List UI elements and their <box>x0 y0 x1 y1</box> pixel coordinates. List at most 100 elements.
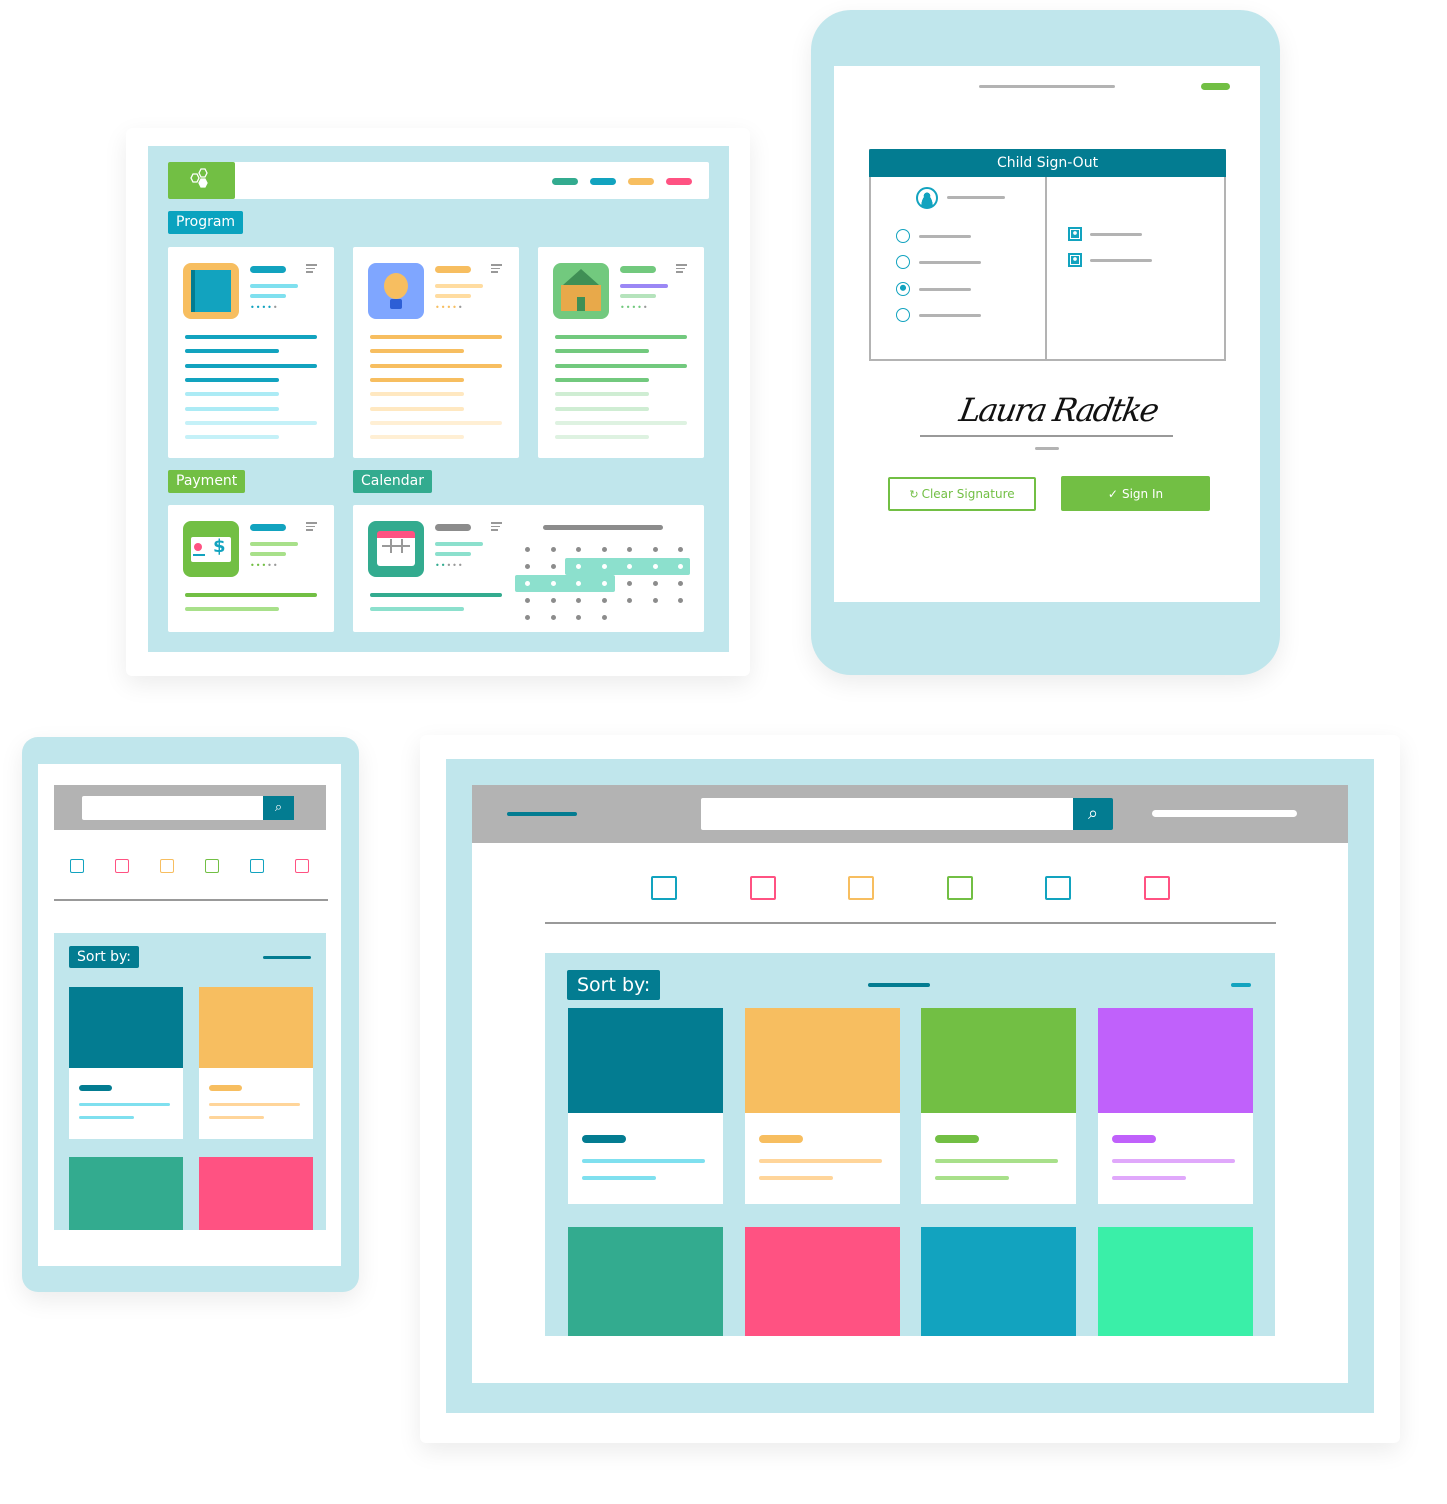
calendar-day[interactable] <box>678 547 683 552</box>
child-radio[interactable] <box>896 229 910 243</box>
filter-checkbox[interactable] <box>70 859 84 873</box>
calendar-day[interactable] <box>601 581 607 586</box>
filter-checkbox[interactable] <box>160 859 174 873</box>
calendar-day[interactable] <box>652 547 658 552</box>
calendar-day[interactable] <box>652 598 658 603</box>
card-text-line <box>1112 1159 1236 1163</box>
lightbulb-icon <box>368 263 424 319</box>
calendar-day[interactable] <box>550 564 556 569</box>
calendar-day[interactable] <box>550 615 556 620</box>
sort-value-line[interactable] <box>263 956 311 959</box>
filter-checkbox[interactable] <box>651 876 677 900</box>
calendar-day[interactable] <box>627 581 632 586</box>
nav-pill-pink[interactable] <box>666 178 692 185</box>
menu-icon[interactable] <box>306 522 317 533</box>
filter-checkbox[interactable] <box>295 859 309 873</box>
calendar-day[interactable] <box>627 547 632 552</box>
rating-dots: ••••• <box>250 303 279 312</box>
filter-checkbox[interactable] <box>848 876 875 900</box>
logo[interactable] <box>168 162 235 199</box>
menu-icon[interactable] <box>676 264 687 275</box>
child-radio[interactable] <box>896 307 910 322</box>
child-radio[interactable] <box>896 255 910 270</box>
result-card[interactable] <box>1098 1227 1254 1336</box>
filter-checkbox[interactable] <box>250 859 264 873</box>
logo-line[interactable] <box>507 812 577 816</box>
calendar-day[interactable] <box>550 581 556 586</box>
filter-checkbox[interactable] <box>946 876 973 900</box>
phone-search-input[interactable] <box>82 796 263 820</box>
filter-checkbox[interactable] <box>749 876 776 900</box>
phone-search-button[interactable]: ⌕ <box>263 796 294 820</box>
filter-checkbox[interactable] <box>1045 876 1072 900</box>
calendar-day[interactable] <box>550 598 556 603</box>
calendar-day[interactable] <box>601 615 607 620</box>
signature-line[interactable] <box>920 435 1173 437</box>
child-radio-selected[interactable] <box>896 281 910 296</box>
text-line <box>435 552 471 556</box>
calendar-day[interactable] <box>601 598 607 603</box>
result-card[interactable] <box>69 987 183 1139</box>
calendar-day[interactable] <box>525 581 530 586</box>
sort-by-label[interactable]: Sort by: <box>567 970 661 1000</box>
result-card[interactable] <box>921 1008 1077 1204</box>
program-card[interactable]: ••••• <box>168 247 334 458</box>
result-card[interactable] <box>744 1227 900 1336</box>
calendar-day[interactable] <box>678 581 683 586</box>
calendar-day[interactable] <box>678 598 683 603</box>
result-card[interactable] <box>744 1008 900 1204</box>
sign-in-button[interactable]: ✓ Sign In <box>1061 476 1210 511</box>
clear-signature-button[interactable]: ↻ Clear Signature <box>888 477 1036 511</box>
result-card[interactable] <box>568 1227 723 1336</box>
calendar-day[interactable] <box>525 615 530 620</box>
nav-pill-yellow[interactable] <box>628 178 654 185</box>
payment-card[interactable]: $ ••••• <box>168 505 334 632</box>
text-line <box>555 363 687 368</box>
calendar-day[interactable] <box>550 547 556 552</box>
menu-icon[interactable] <box>491 264 502 275</box>
calendar-card[interactable]: ••••• <box>353 505 704 632</box>
calendar-day[interactable] <box>525 547 530 552</box>
sort-by-label[interactable]: Sort by: <box>69 946 140 968</box>
user-menu-line[interactable] <box>1152 810 1297 817</box>
filter-checkbox[interactable] <box>205 859 219 873</box>
dashboard-window: Program ••••• ••••• ••••• Payment Calendar… <box>126 128 750 676</box>
sort-value-line[interactable] <box>868 983 930 987</box>
calendar-day[interactable] <box>652 581 658 586</box>
menu-icon[interactable] <box>491 522 502 533</box>
text-line <box>555 335 687 339</box>
calendar-day[interactable] <box>678 564 683 569</box>
desktop-search-input[interactable] <box>701 798 1073 830</box>
filter-checkbox[interactable] <box>1144 876 1170 900</box>
calendar-day[interactable] <box>601 547 607 552</box>
filter-checkbox[interactable] <box>115 859 129 873</box>
calendar-day[interactable] <box>576 547 581 552</box>
result-card[interactable] <box>921 1227 1077 1336</box>
sort-order-line[interactable] <box>1231 983 1251 987</box>
calendar-day[interactable] <box>601 564 607 569</box>
nav-pill-cyan[interactable] <box>590 178 616 185</box>
result-card[interactable] <box>69 1157 183 1230</box>
dashboard-screen: Program ••••• ••••• ••••• Payment Calendar… <box>148 146 729 652</box>
program-card[interactable]: ••••• <box>353 247 519 458</box>
signature: Laura Radtke <box>956 391 1161 429</box>
result-card[interactable] <box>1098 1008 1254 1204</box>
calendar-day[interactable] <box>627 598 632 603</box>
calendar-day[interactable] <box>525 564 530 569</box>
program-card[interactable]: ••••• <box>538 247 704 458</box>
calendar-day[interactable] <box>576 581 581 586</box>
nav-pill-teal[interactable] <box>552 178 578 185</box>
calendar-day[interactable] <box>627 564 632 569</box>
calendar-day[interactable] <box>525 598 530 603</box>
result-card[interactable] <box>568 1008 723 1204</box>
tablet-device: Child Sign-Out Laura Radtke ↻ Clear Signa… <box>811 10 1280 675</box>
calendar-day[interactable] <box>576 598 581 603</box>
calendar-day[interactable] <box>652 564 658 569</box>
result-card[interactable] <box>199 987 313 1139</box>
desktop-bezel: ⌕ Sort by: <box>446 759 1374 1413</box>
calendar-day[interactable] <box>576 564 581 569</box>
desktop-search-button[interactable]: ⌕ <box>1073 798 1113 830</box>
calendar-day[interactable] <box>576 615 581 620</box>
menu-icon[interactable] <box>306 264 317 275</box>
result-card[interactable] <box>199 1157 313 1230</box>
